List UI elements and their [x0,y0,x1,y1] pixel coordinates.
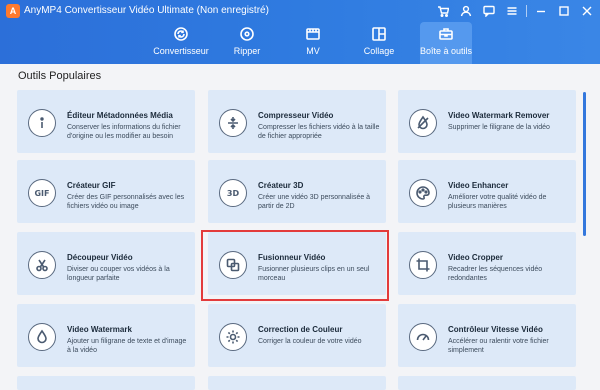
sun-icon [219,323,247,351]
tool-card-video-merger[interactable]: Fusionneur Vidéo Fusionner plusieurs cli… [208,232,386,295]
collage-icon [372,27,386,41]
tool-card-video-compressor[interactable]: Compresseur Vidéo Compresser les fichier… [208,90,386,153]
section-title: Outils Populaires [18,70,102,82]
user-icon[interactable] [457,3,475,19]
mv-icon [306,28,320,40]
tool-card-description: Accélérer ou ralentir votre fichier simp… [448,338,549,354]
tab-ripper[interactable]: Ripper [214,22,280,60]
tab-label: Ripper [233,46,261,56]
tab-label: Convertisseur [153,46,209,56]
tool-card-speed-controller[interactable]: Contrôleur Vitesse Vidéo Accélérer ou ra… [398,304,576,367]
tool-card-title: Éditeur Métadonnées Média [67,111,173,120]
tool-card-description: Diviser ou couper vos vidéos à la longue… [67,266,170,282]
tab-collage[interactable]: Collage [346,22,412,60]
merge-icon [219,251,247,279]
tool-card-description: Fusionner plusieurs clips en un seul mor… [258,266,370,282]
tool-card-title: Créateur GIF [67,181,116,190]
tab-label: Collage [363,46,395,56]
tab-label: Boîte à outils [419,46,473,56]
menu-icon[interactable] [503,3,521,19]
tool-card-video-enhancer[interactable]: Video Enhancer Améliorer votre qualité v… [398,160,576,223]
tool-card-description: Ajouter un filigrane de texte et d'image… [67,338,187,354]
tool-card-title: Fusionneur Vidéo [258,253,326,262]
gif-icon: GIF [28,179,56,207]
tool-card-title: Correction de Couleur [258,325,343,334]
tool-card-metadata-editor[interactable]: Éditeur Métadonnées Média Conserver les … [17,90,195,153]
convert-icon [174,27,188,41]
main-tabs: Convertisseur Ripper MV Collage Boîte à … [148,22,472,64]
tool-card-description: Supprimer le filigrane de la vidéo [448,124,550,131]
close-icon[interactable] [578,3,596,19]
app-logo: A [6,4,20,18]
tab-convertisseur[interactable]: Convertisseur [148,22,214,60]
info-icon [28,109,56,137]
tool-card-description: Corriger la couleur de votre vidéo [258,338,362,345]
tool-card-partial[interactable] [208,376,386,390]
watermark-remove-icon [409,109,437,137]
tool-card-title: Créateur 3D [258,181,304,190]
tool-card-title: Compresseur Vidéo [258,111,334,120]
tool-card-title: Découpeur Vidéo [67,253,133,262]
minimize-icon[interactable] [532,3,550,19]
scrollbar[interactable] [583,92,586,236]
tool-card-title: Contrôleur Vitesse Vidéo [448,325,543,334]
tab-mv[interactable]: MV [280,22,346,60]
toolbox-icon [439,28,453,40]
tool-card-gif-maker[interactable]: GIF Créateur GIF Créer des GIF personnal… [17,160,195,223]
tool-card-watermark-remover[interactable]: Video Watermark Remover Supprimer le fil… [398,90,576,153]
window-controls-divider [526,5,527,17]
tool-card-description: Compresser les fichiers vidéo à la taill… [258,124,380,140]
compress-icon [219,109,247,137]
tool-card-video-cropper[interactable]: Video Cropper Recadrer les séquences vid… [398,232,576,295]
palette-icon [409,179,437,207]
maximize-icon[interactable] [555,3,573,19]
tool-card-title: Video Watermark [67,325,132,334]
drop-icon [28,323,56,351]
chat-icon[interactable] [480,3,498,19]
tools-grid: Éditeur Métadonnées Média Conserver les … [0,88,600,390]
app-title: AnyMP4 Convertisseur Vidéo Ultimate (Non… [24,5,269,16]
scissors-icon [28,251,56,279]
cart-icon[interactable] [434,3,452,19]
speed-icon [409,323,437,351]
window-controls [429,3,596,19]
disc-icon [240,27,254,41]
tool-card-description: Améliorer votre qualité vidéo de plusieu… [448,194,547,210]
tool-card-partial[interactable] [17,376,195,390]
tool-card-description: Créer une vidéo 3D personnalisée à parti… [258,194,371,210]
tool-card-title: Video Cropper [448,253,503,262]
tool-card-title: Video Enhancer [448,181,509,190]
title-bar: A AnyMP4 Convertisseur Vidéo Ultimate (N… [0,0,600,64]
tool-card-3d-maker[interactable]: 3D Créateur 3D Créer une vidéo 3D person… [208,160,386,223]
3d-icon: 3D [219,179,247,207]
tool-card-video-watermark[interactable]: Video Watermark Ajouter un filigrane de … [17,304,195,367]
tool-card-description: Créer des GIF personnalisés avec les fic… [67,194,185,210]
tab-label: MV [306,46,320,56]
tab-boite-a-outils[interactable]: Boîte à outils [420,22,472,64]
crop-icon [409,251,437,279]
tool-card-description: Recadrer les séquences vidéo redondantes [448,266,543,282]
tool-card-title: Video Watermark Remover [448,111,550,120]
tool-card-description: Conserver les informations du fichier d'… [67,124,181,140]
tool-card-video-trimmer[interactable]: Découpeur Vidéo Diviser ou couper vos vi… [17,232,195,295]
tool-card-partial[interactable] [398,376,576,390]
tool-card-color-correction[interactable]: Correction de Couleur Corriger la couleu… [208,304,386,367]
